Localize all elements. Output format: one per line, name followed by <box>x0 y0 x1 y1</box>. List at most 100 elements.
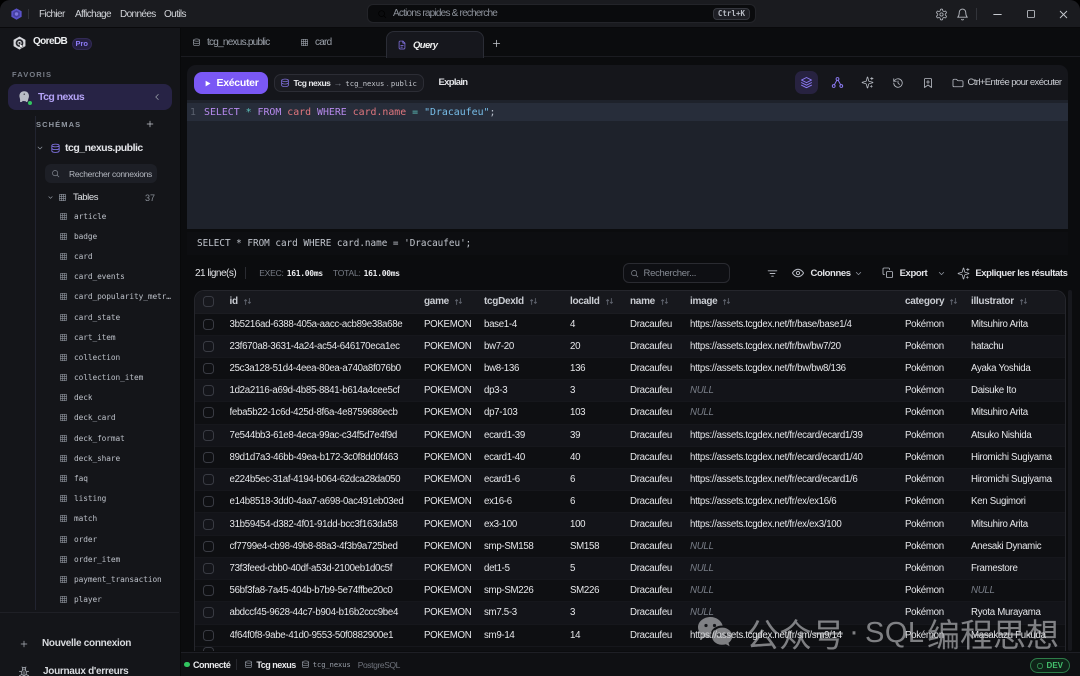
table-row[interactable]: 89d1d7a3-46bb-49ea-b172-3c0f8dd0f463 POK… <box>195 447 1066 469</box>
sidebar-table-item[interactable]: article <box>59 206 177 226</box>
column-header-illustrator[interactable]: illustrator <box>971 296 1065 307</box>
sidebar-table-item[interactable]: card_popularity_metr… <box>59 287 177 307</box>
row-checkbox[interactable] <box>203 541 214 552</box>
table-row[interactable]: 73f3feed-cbb0-40df-a53d-2100eb1d0c5f POK… <box>195 558 1066 580</box>
sidebar-table-item[interactable]: card_events <box>59 267 177 287</box>
statusbar-database[interactable]: tcg_nexus <box>301 660 351 669</box>
row-checkbox[interactable] <box>203 407 214 418</box>
explain-button[interactable]: Explain <box>439 65 468 100</box>
settings-button[interactable] <box>931 0 952 28</box>
sidebar-table-item[interactable]: match <box>59 509 177 529</box>
column-header-localid[interactable]: localId <box>570 296 630 307</box>
table-row[interactable]: 4f64f0f8-9abe-41d0-9553-50f0882900e1 POK… <box>195 625 1066 647</box>
sidebar-table-item[interactable]: order_item <box>59 549 177 569</box>
row-checkbox[interactable] <box>203 341 214 352</box>
sql-editor[interactable]: 1 SELECT * FROM card WHERE card.name = "… <box>187 100 1068 229</box>
tab-card[interactable]: card <box>300 28 331 57</box>
sidebar-table-item[interactable]: player <box>59 590 177 610</box>
open-file-button[interactable] <box>947 72 968 94</box>
column-header-category[interactable]: category <box>905 296 971 307</box>
row-checkbox[interactable] <box>203 452 214 463</box>
notifications-button[interactable] <box>952 0 973 28</box>
global-search-input[interactable]: Actions rapides & recherche Ctrl+K <box>367 4 756 23</box>
explain-results-button[interactable]: Expliquer les résultats <box>957 267 1067 280</box>
column-header-game[interactable]: game <box>424 296 484 307</box>
new-tab-button[interactable] <box>484 28 508 58</box>
results-view-button[interactable] <box>795 71 818 94</box>
column-header-id[interactable]: id <box>230 296 425 307</box>
row-checkbox[interactable] <box>203 563 214 574</box>
row-checkbox[interactable] <box>203 430 214 441</box>
table-row[interactable]: e14b8518-3dd0-4aa7-a698-0ac491eb03ed POK… <box>195 491 1066 513</box>
menu-fichier[interactable]: Fichier <box>39 0 65 28</box>
add-schema-button[interactable] <box>145 119 155 129</box>
sidebar-search-input[interactable]: Rechercher connexions <box>45 164 157 183</box>
sidebar-table-item[interactable]: order <box>59 529 177 549</box>
sidebar-table-item[interactable]: payment_transaction <box>59 569 177 589</box>
env-badge[interactable]: DEV <box>1030 658 1070 673</box>
favorite-connection[interactable]: Tcg nexus <box>8 84 172 110</box>
ai-assist-button[interactable] <box>857 72 878 94</box>
menu-affichage[interactable]: Affichage <box>75 0 111 28</box>
connection-context-chip[interactable]: Tcg nexus → tcg_nexus . public <box>274 74 424 92</box>
sidebar-table-item[interactable]: deck_card <box>59 408 177 428</box>
sidebar-table-item[interactable]: listing <box>59 489 177 509</box>
row-checkbox[interactable] <box>203 630 214 641</box>
window-maximize-button[interactable] <box>1014 0 1047 28</box>
sidebar-table-item[interactable]: badge <box>59 226 177 246</box>
columns-button[interactable]: Colonnes <box>791 266 863 280</box>
sidebar-table-item[interactable]: deck <box>59 388 177 408</box>
row-checkbox[interactable] <box>203 607 214 618</box>
table-row[interactable]: 7e544bb3-61e8-4eca-99ac-c34f5d7e4f9d POK… <box>195 425 1066 447</box>
table-row[interactable]: abdccf45-9628-44c7-b904-b16b2ccc9be4 POK… <box>195 602 1066 624</box>
table-row[interactable]: 31b59454-d382-4f01-91dd-bcc3f163da58 POK… <box>195 513 1066 535</box>
sidebar-table-item[interactable]: deck_share <box>59 448 177 468</box>
row-checkbox[interactable] <box>203 585 214 596</box>
select-all-checkbox[interactable] <box>203 296 214 307</box>
error-logs-button[interactable]: Journaux d'erreurs <box>0 658 179 676</box>
statusbar-connection[interactable]: Tcg nexus <box>244 660 295 670</box>
export-button[interactable]: Export <box>882 267 947 279</box>
row-checkbox[interactable] <box>203 519 214 530</box>
column-header-tcgdexid[interactable]: tcgDexId <box>484 296 570 307</box>
save-query-button[interactable] <box>917 72 938 94</box>
column-header-name[interactable]: name <box>630 296 690 307</box>
window-close-button[interactable] <box>1047 0 1080 28</box>
tab-query[interactable]: Query <box>386 31 484 58</box>
row-checkbox[interactable] <box>203 474 214 485</box>
row-checkbox[interactable] <box>203 496 214 507</box>
sidebar-table-item[interactable]: deck_format <box>59 428 177 448</box>
sidebar-table-item[interactable]: faq <box>59 468 177 488</box>
table-row[interactable]: 1d2a2116-a69d-4b85-8841-b614a4cee5cf POK… <box>195 380 1066 402</box>
table-row[interactable]: 25c3a128-51d4-4eea-80ea-a740a8f076b0 POK… <box>195 358 1066 380</box>
table-row[interactable]: feba5b22-1c6d-425d-8f6a-4e8759686ecb POK… <box>195 402 1066 424</box>
menu-donnees[interactable]: Données <box>120 0 156 28</box>
column-header-image[interactable]: image <box>690 296 905 307</box>
schema-node[interactable]: tcg_nexus.public <box>36 142 143 154</box>
table-row[interactable]: cf7799e4-cb98-49b8-88a3-4f3b9a725bed POK… <box>195 536 1066 558</box>
schema-graph-button[interactable] <box>827 72 848 94</box>
row-checkbox[interactable] <box>203 385 214 396</box>
sidebar-table-item[interactable]: cart_item <box>59 327 177 347</box>
sidebar-table-item[interactable]: collection_item <box>59 368 177 388</box>
row-checkbox[interactable] <box>203 363 214 374</box>
results-search-input[interactable]: Rechercher... <box>623 263 730 283</box>
history-button[interactable] <box>887 72 908 94</box>
table-row[interactable]: 56bf3fa8-7a45-404b-b7b9-5e74ffbe20c0 POK… <box>195 580 1066 602</box>
sidebar-table-item[interactable]: card <box>59 246 177 266</box>
table-row[interactable]: 3b5216ad-6388-405a-aacc-acb89e38a68e POK… <box>195 314 1066 336</box>
tab-schema[interactable]: tcg_nexus.public <box>192 28 270 57</box>
new-connection-button[interactable]: Nouvelle connexion <box>0 630 179 657</box>
window-minimize-button[interactable] <box>981 0 1014 28</box>
tables-node[interactable]: Tables 37 <box>47 192 157 203</box>
table-row[interactable]: 23f670a8-3631-4a24-ac54-646170eca1ec POK… <box>195 336 1066 358</box>
sidebar-table-item[interactable]: card_state <box>59 307 177 327</box>
table-row[interactable]: e224b5ec-31af-4194-b064-62dca28da050 POK… <box>195 469 1066 491</box>
results-scrollbar[interactable] <box>1068 290 1072 651</box>
run-query-button[interactable]: Exécuter <box>194 72 268 94</box>
sidebar-table-item[interactable]: collection <box>59 347 177 367</box>
row-checkbox[interactable] <box>203 319 214 330</box>
collapse-sidebar-button[interactable] <box>152 92 162 102</box>
menu-outils[interactable]: Outils <box>164 0 186 28</box>
filter-button[interactable] <box>766 267 779 280</box>
